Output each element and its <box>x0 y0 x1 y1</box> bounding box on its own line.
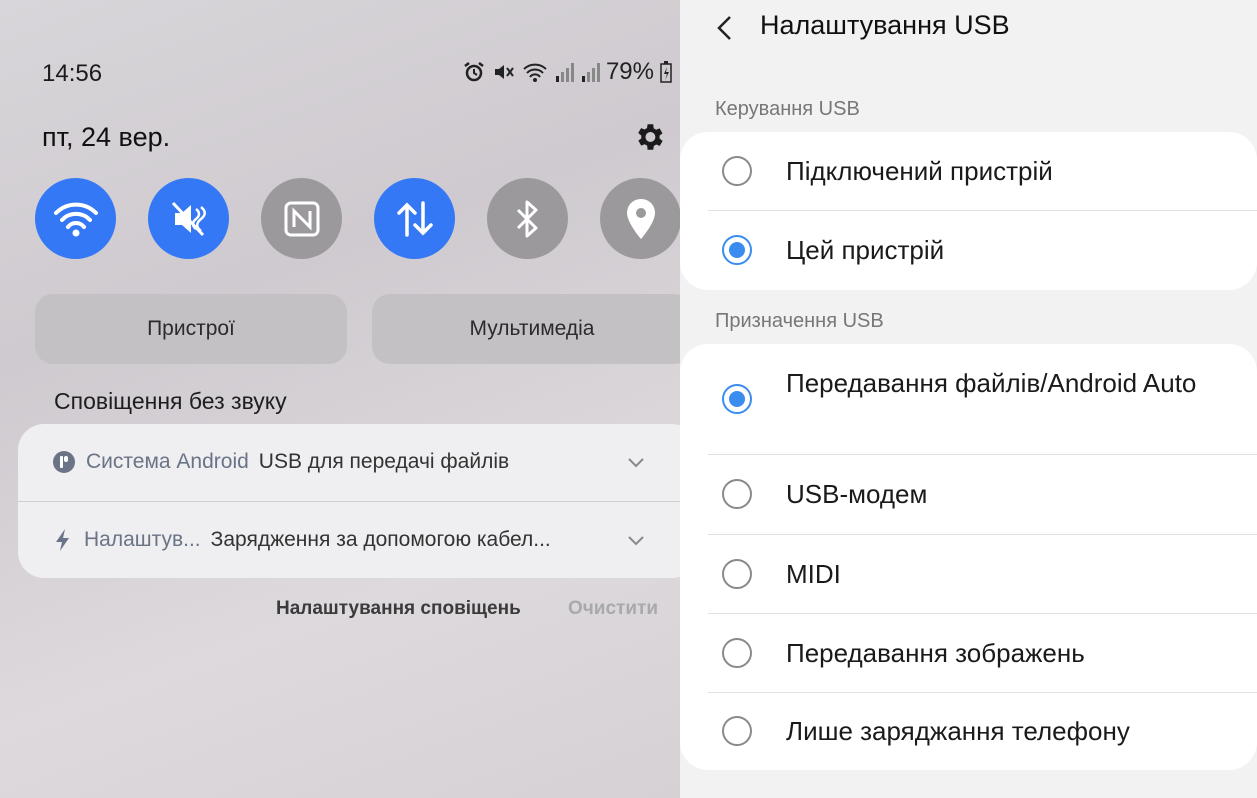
option-this-device[interactable]: Цей пристрій <box>680 211 1257 290</box>
qs-wifi-tile[interactable] <box>35 178 116 259</box>
status-icons: 79% <box>462 58 672 86</box>
mobile-data-icon <box>396 200 433 237</box>
qs-mobile-data-tile[interactable] <box>374 178 455 259</box>
usb-settings-screen: Налаштування USB Керування USB Підключен… <box>680 0 1257 798</box>
battery-percent: 79% <box>605 58 654 85</box>
notification-panel: 14:56 79% пт, 24 вер. Пристрої Мультимед… <box>0 0 680 798</box>
notification-app: Система Android <box>86 450 249 473</box>
option-charging-only[interactable]: Лише заряджання телефону <box>680 693 1257 770</box>
option-label: Підключений пристрій <box>786 156 1053 186</box>
bluetooth-icon <box>516 200 537 237</box>
mute-icon <box>171 201 206 236</box>
option-label: Передавання зображень <box>786 638 1085 668</box>
radio-button[interactable] <box>722 559 752 589</box>
radio-button[interactable] <box>722 156 752 186</box>
charging-bolt-icon <box>56 529 69 551</box>
notification-settings-button[interactable]: Налаштування сповіщень <box>276 598 521 620</box>
app-bar: Налаштування USB <box>680 0 1257 56</box>
notification-card: Система Android USB для передачі файлів … <box>18 424 680 578</box>
status-time: 14:56 <box>42 60 103 87</box>
notification-item[interactable]: Система Android USB для передачі файлів <box>18 424 680 500</box>
usb-purpose-label: Призначення USB <box>715 310 884 332</box>
radio-button[interactable] <box>722 716 752 746</box>
option-usb-modem[interactable]: USB-модем <box>680 455 1257 534</box>
back-arrow-icon[interactable] <box>714 14 736 42</box>
radio-button-selected[interactable] <box>722 384 752 414</box>
option-label: Цей пристрій <box>786 235 945 265</box>
usb-purpose-card: Передавання файлів/Android Auto USB-моде… <box>680 344 1257 770</box>
usb-control-card: Підключений пристрій Цей пристрій <box>680 132 1257 290</box>
option-photo-transfer[interactable]: Передавання зображень <box>680 614 1257 693</box>
wifi-icon <box>53 202 98 236</box>
alarm-icon <box>464 62 484 82</box>
mute-status-icon <box>494 65 514 79</box>
notification-item[interactable]: Налаштув... Зарядження за допомогою кабе… <box>18 502 680 578</box>
option-label: MIDI <box>786 559 841 589</box>
option-file-transfer[interactable]: Передавання файлів/Android Auto <box>680 344 1257 454</box>
option-label: USB-модем <box>786 479 928 509</box>
panel-date: пт, 24 вер. <box>42 122 171 152</box>
signal-1-icon <box>555 63 574 82</box>
battery-icon <box>660 61 672 83</box>
notification-text: Зарядження за допомогою кабел... <box>210 528 551 551</box>
qs-location-tile[interactable] <box>600 178 680 259</box>
option-midi[interactable]: MIDI <box>680 535 1257 614</box>
gear-icon[interactable] <box>632 120 666 154</box>
android-system-icon <box>53 451 75 473</box>
location-icon <box>626 198 655 239</box>
radio-button[interactable] <box>722 638 752 668</box>
qs-mute-tile[interactable] <box>148 178 229 259</box>
chevron-down-icon[interactable] <box>626 452 646 472</box>
option-connected-device[interactable]: Підключений пристрій <box>680 132 1257 210</box>
radio-button-selected[interactable] <box>722 235 752 265</box>
radio-button[interactable] <box>722 479 752 509</box>
usb-control-label: Керування USB <box>715 98 860 120</box>
media-button[interactable]: Мультимедіа <box>372 294 680 364</box>
option-label: Лише заряджання телефону <box>786 716 1130 746</box>
nfc-icon <box>284 201 319 236</box>
qs-nfc-tile[interactable] <box>261 178 342 259</box>
signal-2-icon <box>581 63 600 82</box>
notification-app: Налаштув... <box>84 528 201 551</box>
devices-button[interactable]: Пристрої <box>35 294 347 364</box>
wifi-status-icon <box>523 63 547 82</box>
qs-bluetooth-tile[interactable] <box>487 178 568 259</box>
clear-button[interactable]: Очистити <box>568 598 658 620</box>
option-label: Передавання файлів/Android Auto <box>786 368 1197 398</box>
page-title: Налаштування USB <box>760 10 1010 40</box>
silent-notifications-title: Сповіщення без звуку <box>54 388 287 414</box>
notification-text: USB для передачі файлів <box>258 450 510 473</box>
quick-settings <box>35 178 680 259</box>
chevron-down-icon[interactable] <box>626 530 646 550</box>
